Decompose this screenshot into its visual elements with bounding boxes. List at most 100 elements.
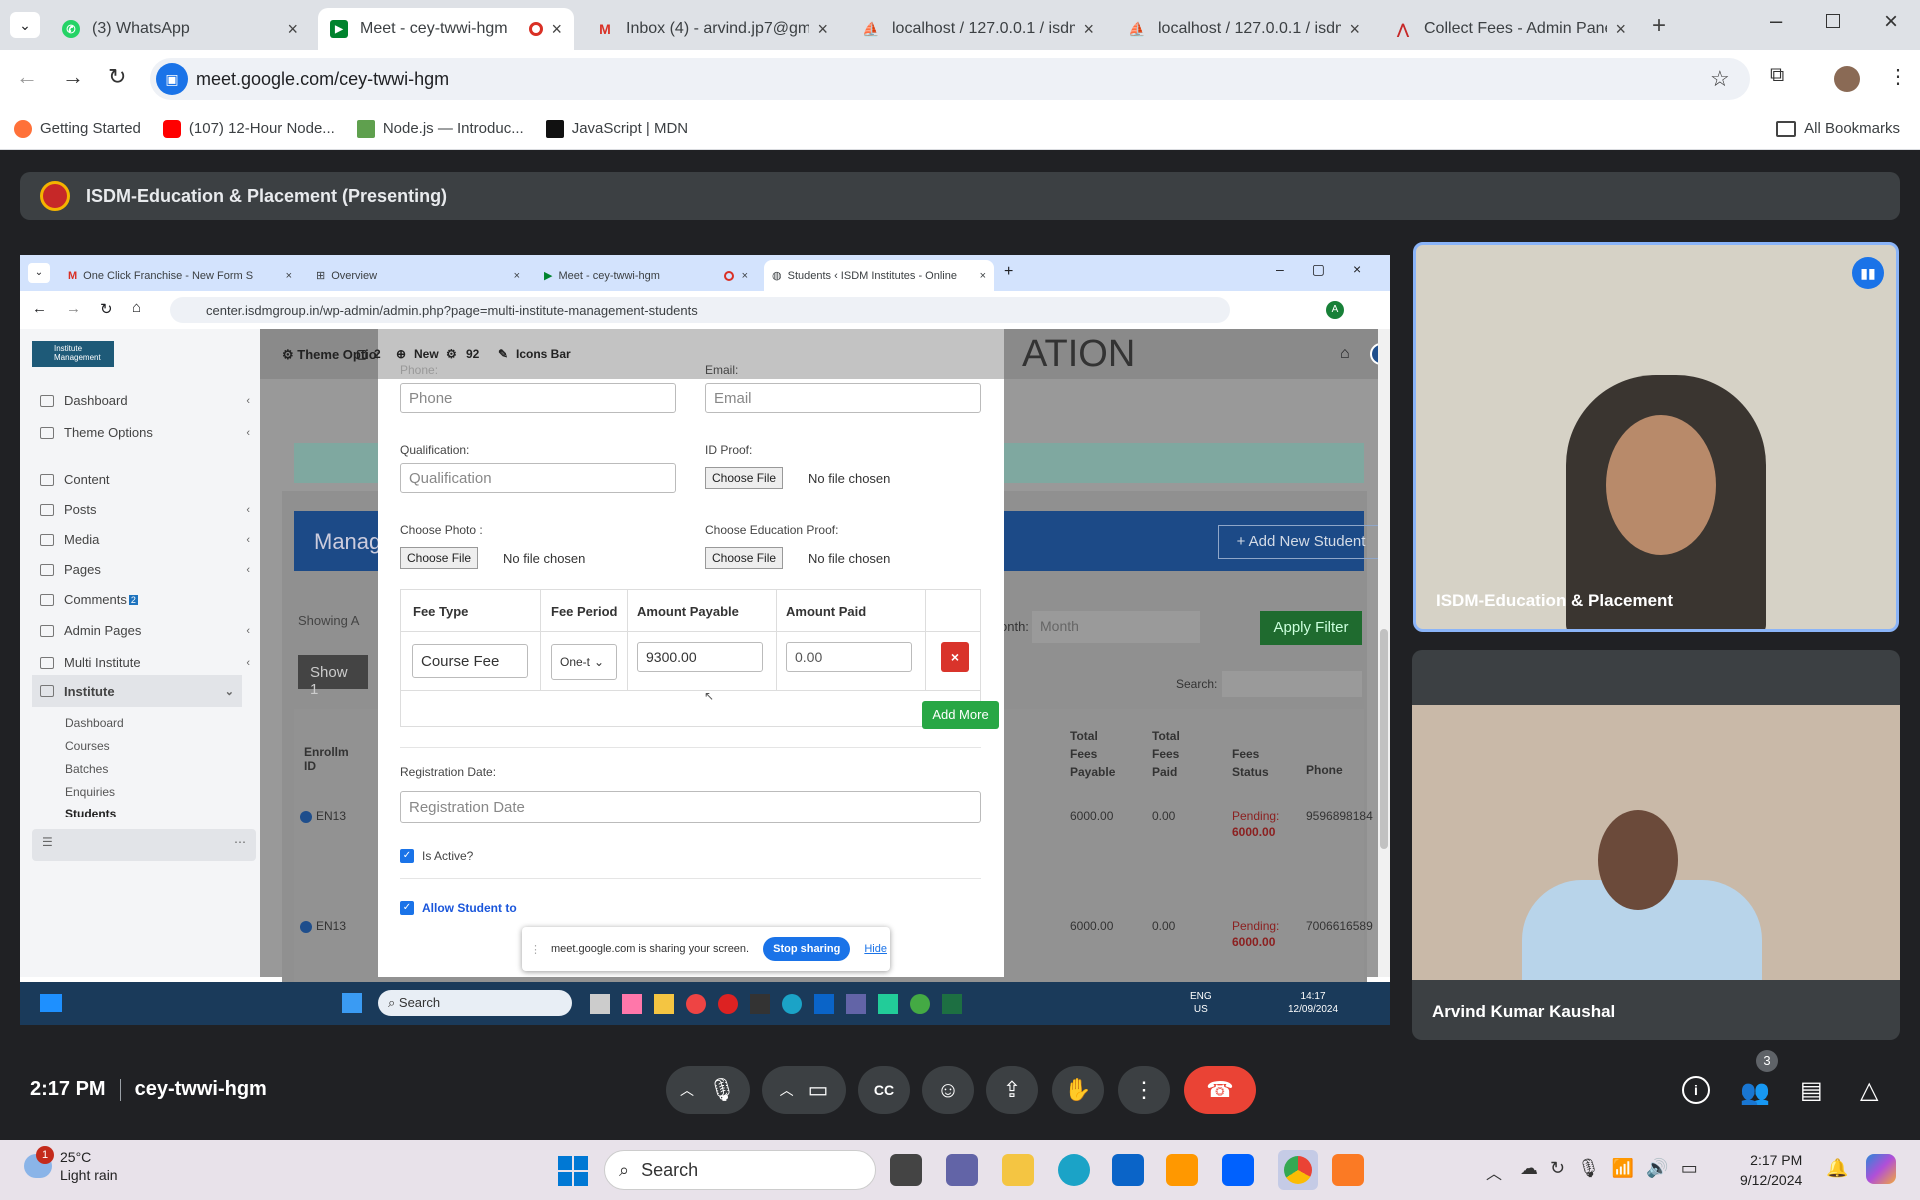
submenu-dashboard: Dashboard — [65, 716, 124, 730]
allow-student-checkbox[interactable]: ✓ — [400, 901, 414, 915]
tab-meet[interactable]: ▶ Meet - cey-twwi-hgm × — [318, 8, 574, 50]
windows-start-icon[interactable] — [558, 1156, 588, 1186]
meeting-details-icon[interactable]: i — [1682, 1076, 1710, 1104]
bookmark-mdn[interactable]: JavaScript | MDN — [545, 119, 688, 138]
browser-menu-icon[interactable]: ⋮ — [1888, 64, 1908, 89]
more-options-button[interactable]: ⋮ — [1118, 1066, 1170, 1114]
camera-button[interactable]: ︿ ▭ — [762, 1066, 846, 1114]
new-tab-button[interactable]: + — [1652, 12, 1666, 40]
tab-phpmyadmin-2[interactable]: ⛵ localhost / 127.0.0.1 / isdm × — [1116, 8, 1372, 50]
start-icon — [342, 993, 362, 1013]
admin-icon: ⋀ — [1397, 20, 1409, 37]
reactions-button[interactable]: ☺ — [922, 1066, 974, 1114]
close-tab-icon[interactable]: × — [1349, 19, 1360, 40]
reload-icon[interactable]: ↻ — [108, 64, 126, 90]
submenu-students: Students — [65, 807, 117, 817]
bookmark-getting-started[interactable]: Getting Started — [14, 119, 141, 138]
multi-institute-icon — [40, 656, 54, 669]
present-button[interactable]: ⇪ — [986, 1066, 1038, 1114]
camera-icon: ▭ — [807, 1077, 829, 1102]
store-icon[interactable] — [1112, 1154, 1144, 1186]
close-tab-icon[interactable]: × — [817, 19, 828, 40]
tray-chevron-icon[interactable]: ︿ — [1486, 1160, 1502, 1184]
edu-proof-choose-file[interactable]: Choose File — [705, 547, 784, 569]
task-view-icon[interactable] — [890, 1154, 922, 1186]
site-info-icon[interactable]: ▣ — [156, 63, 188, 95]
institute-icon — [40, 685, 54, 697]
add-more-button[interactable]: Add More — [922, 701, 999, 729]
is-active-checkbox[interactable]: ✓ — [400, 849, 414, 863]
file-explorer-icon[interactable] — [1002, 1154, 1034, 1186]
minimize-button[interactable]: – — [1770, 8, 1782, 34]
home-icon: ⌂ — [1340, 345, 1350, 362]
id-proof-choose-file[interactable]: Choose File — [705, 467, 784, 489]
fee-period-select[interactable]: One-t ⌄ — [551, 644, 617, 680]
sublime-icon[interactable] — [1166, 1154, 1198, 1186]
phpmyadmin-icon: ⛵ — [862, 20, 880, 37]
forward-icon[interactable]: → — [62, 64, 84, 90]
people-icon[interactable]: 👥 — [1740, 1078, 1770, 1107]
tab-gmail[interactable]: M Inbox (4) - arvind.jp7@gm × — [584, 8, 840, 50]
teams-icon[interactable] — [946, 1154, 978, 1186]
close-tab-icon[interactable]: × — [287, 19, 298, 40]
participant-tile-arvind[interactable]: Arvind Kumar Kaushal — [1412, 650, 1900, 1040]
inner-home-icon: ⌂ — [132, 299, 142, 316]
remove-fee-button[interactable]: × — [941, 642, 969, 672]
weather-widget[interactable]: 1 25°C Light rain — [24, 1146, 118, 1184]
close-tab-icon[interactable]: × — [551, 19, 562, 40]
tab-search-button[interactable]: ⌄ — [10, 12, 40, 38]
all-bookmarks[interactable]: All Bookmarks — [1776, 120, 1900, 137]
tab-whatsapp[interactable]: ✆ (3) WhatsApp × — [50, 8, 310, 50]
restore-button[interactable] — [1826, 14, 1840, 28]
chrome-icon[interactable] — [1278, 1150, 1318, 1190]
mouse-cursor-icon: ↖ — [704, 689, 715, 703]
back-icon[interactable]: ← — [16, 64, 38, 90]
system-clock[interactable]: 2:17 PM 9/12/2024 — [1740, 1150, 1802, 1190]
extensions-icon[interactable]: ⧉ — [1770, 64, 1784, 87]
inner-forward-icon: → — [66, 300, 81, 317]
youtube-icon — [162, 119, 181, 138]
qualification-input[interactable]: Qualification — [400, 463, 676, 493]
captions-button[interactable]: CC — [858, 1066, 910, 1114]
raise-hand-button[interactable]: ✋ — [1052, 1066, 1104, 1114]
close-tab-icon[interactable]: × — [1083, 19, 1094, 40]
browser-toolbar: ← → ↻ ▣ meet.google.com/cey-twwi-hgm ☆ ⧉… — [0, 50, 1920, 108]
photo-choose-file[interactable]: Choose File — [400, 547, 479, 569]
leave-call-button[interactable]: ☎ — [1184, 1066, 1256, 1114]
submenu-enquiries: Enquiries — [65, 785, 116, 799]
phone-input[interactable]: Phone — [400, 383, 676, 413]
fee-col-divider — [925, 590, 926, 690]
copilot-icon[interactable] — [1866, 1154, 1896, 1184]
amount-paid-input[interactable]: 0.00 — [786, 642, 912, 672]
activities-icon[interactable]: △ — [1860, 1076, 1878, 1105]
fee-type-input[interactable]: Course Fee — [412, 644, 528, 678]
folder-icon — [654, 994, 674, 1014]
edge-icon[interactable] — [1058, 1154, 1090, 1186]
profile-avatar[interactable] — [1834, 66, 1860, 92]
tab-phpmyadmin-1[interactable]: ⛵ localhost / 127.0.0.1 / isdm × — [850, 8, 1106, 50]
xampp-icon[interactable] — [1332, 1154, 1364, 1186]
comments-count-badge: 2 — [128, 594, 138, 605]
new-icon: ⊕ — [396, 347, 407, 361]
chevron-left-icon: ‹ — [246, 533, 250, 546]
chat-icon[interactable]: ▤ — [1800, 1076, 1823, 1105]
close-tab-icon[interactable]: × — [1615, 19, 1626, 40]
student-form-modal: ▢ 2 ⊕ New ⚙ 92 ✎ Icons Bar Phone: Email: Pho… — [356, 329, 1004, 977]
email-input[interactable]: Email — [705, 383, 981, 413]
bookmark-star-icon[interactable]: ☆ — [1710, 66, 1730, 92]
mic-button[interactable]: ︿ 🎙 — [666, 1066, 750, 1114]
windows-search-box[interactable]: ⌕ Search — [604, 1150, 876, 1190]
recording-icon — [529, 22, 544, 36]
bookmark-nodejs[interactable]: Node.js — Introduc... — [356, 119, 524, 138]
submenu-courses: Courses — [65, 739, 110, 753]
registration-date-input[interactable]: Registration Date — [400, 791, 981, 823]
amount-payable-input[interactable]: 9300.00 — [637, 642, 763, 672]
close-window-button[interactable]: × — [1884, 8, 1898, 36]
address-bar[interactable]: ▣ meet.google.com/cey-twwi-hgm ☆ — [150, 58, 1750, 100]
dropbox-icon[interactable] — [1222, 1154, 1254, 1186]
notification-bell-icon[interactable]: 🔔 — [1826, 1158, 1848, 1179]
presentation-header: ISDM-Education & Placement (Presenting) — [20, 172, 1900, 220]
tab-collect-fees[interactable]: ⋀ Collect Fees - Admin Panel × — [1382, 8, 1638, 50]
bookmark-youtube[interactable]: (107) 12-Hour Node... — [162, 119, 335, 138]
participant-tile-isdm[interactable]: ▮▮ ISDM-Education & Placement — [1413, 242, 1899, 632]
